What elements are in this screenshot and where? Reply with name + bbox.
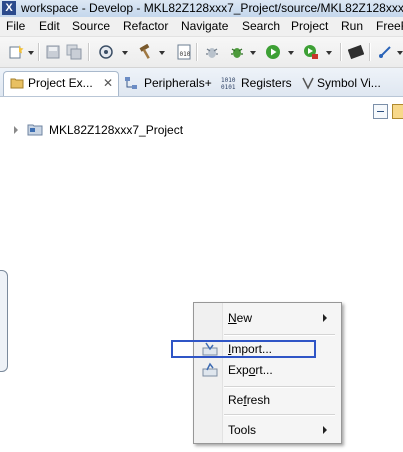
menu-refactor[interactable]: Refactor — [123, 19, 168, 33]
menu-separator — [224, 386, 335, 388]
menu-project[interactable]: Project — [291, 19, 328, 33]
menu-item-refresh[interactable]: Refresh — [196, 389, 337, 411]
toolbar-separator — [369, 43, 371, 61]
binary-icon[interactable]: 010 — [176, 44, 192, 60]
menu-item-new-label: New — [228, 311, 253, 325]
project-folder-icon — [27, 124, 43, 136]
hammer-icon[interactable] — [138, 44, 154, 60]
menu-navigate[interactable]: Navigate — [181, 19, 228, 33]
menu-file[interactable]: File — [6, 19, 25, 33]
menu-run[interactable]: Run — [341, 19, 363, 33]
partial-window-edge — [0, 270, 8, 372]
menu-separator — [224, 414, 335, 416]
bug-config-icon[interactable] — [204, 44, 220, 60]
window-title: workspace - Develop - MKL82Z128xxx7_Proj… — [21, 1, 403, 15]
link-with-editor-icon[interactable] — [392, 104, 403, 119]
menu-item-tools-label: Tools — [228, 423, 257, 437]
svg-text:1010: 1010 — [221, 77, 236, 84]
menu-item-tools[interactable]: Tools — [196, 419, 337, 441]
tab-project-explorer[interactable]: Project Ex... ✕ — [3, 71, 119, 96]
menu-item-export-label: Export... — [228, 363, 273, 377]
terminate-dropdown-icon[interactable] — [397, 51, 403, 55]
toolbar-separator — [196, 43, 198, 61]
menu-source[interactable]: Source — [72, 19, 110, 33]
menu-bar: File Edit Source Refactor Navigate Searc… — [0, 17, 403, 37]
tab-symbol-viewer[interactable]: Symbol Vi... — [299, 72, 403, 94]
debug-icon[interactable] — [229, 44, 245, 60]
run-icon[interactable] — [265, 44, 281, 60]
title-bar: X workspace - Develop - MKL82Z128xxx7_Pr… — [0, 0, 403, 18]
save-all-icon[interactable] — [66, 44, 82, 60]
tab-peripherals[interactable]: Peripherals+ — [122, 72, 217, 94]
save-icon[interactable] — [45, 44, 61, 60]
menu-separator — [224, 334, 335, 336]
toolbar-separator — [340, 43, 342, 61]
new-icon[interactable] — [8, 44, 24, 60]
svg-text:0101: 0101 — [221, 84, 236, 90]
svg-text:010: 010 — [180, 51, 191, 58]
symbol-viewer-icon — [302, 77, 314, 90]
tab-registers-label: Registers — [241, 76, 292, 90]
toolbar-separator — [38, 43, 40, 61]
terminate-icon[interactable] — [377, 44, 393, 60]
expand-arrow-icon[interactable] — [14, 126, 18, 134]
tab-registers[interactable]: 1010 0101 Registers — [219, 72, 299, 94]
view-tab-bar: Project Ex... ✕ Peripherals+ 1010 0101 R… — [0, 68, 403, 97]
tab-symbol-viewer-label: Symbol Vi... — [317, 76, 381, 90]
app-icon: X — [2, 1, 16, 15]
submenu-arrow-icon — [323, 314, 327, 322]
build-settings-icon[interactable] — [98, 44, 114, 60]
close-icon[interactable]: ✕ — [103, 72, 113, 94]
highlight-box — [171, 340, 316, 358]
tab-project-explorer-label: Project Ex... — [28, 76, 93, 90]
main-toolbar: 010 — [0, 37, 403, 68]
debug-dropdown-icon[interactable] — [250, 51, 256, 55]
run-dropdown-icon[interactable] — [288, 51, 294, 55]
registers-icon: 1010 0101 — [221, 77, 236, 90]
menu-search[interactable]: Search — [242, 19, 280, 33]
tab-peripherals-label: Peripherals+ — [144, 76, 212, 90]
menu-freef[interactable]: FreeF — [376, 19, 403, 33]
menu-item-refresh-label: Refresh — [228, 393, 271, 407]
menu-edit[interactable]: Edit — [39, 19, 60, 33]
toolbar-separator — [88, 43, 90, 61]
external-tools-icon[interactable] — [303, 44, 319, 60]
external-tools-dropdown-icon[interactable] — [326, 51, 332, 55]
menu-item-new[interactable]: New — [196, 307, 337, 329]
hammer-dropdown-icon[interactable] — [159, 51, 165, 55]
project-explorer-icon — [10, 78, 24, 89]
submenu-arrow-icon — [323, 426, 327, 434]
project-name: MKL82Z128xxx7_Project — [49, 123, 184, 137]
context-menu: New Import... Export... Refresh Tools — [193, 302, 342, 444]
export-icon — [202, 362, 218, 377]
peripherals-icon — [125, 77, 137, 89]
collapse-all-icon[interactable] — [373, 104, 388, 119]
console-icon[interactable] — [348, 44, 364, 60]
new-dropdown-icon[interactable] — [28, 51, 34, 55]
build-settings-dropdown-icon[interactable] — [122, 51, 128, 55]
menu-item-export[interactable]: Export... — [196, 359, 337, 381]
